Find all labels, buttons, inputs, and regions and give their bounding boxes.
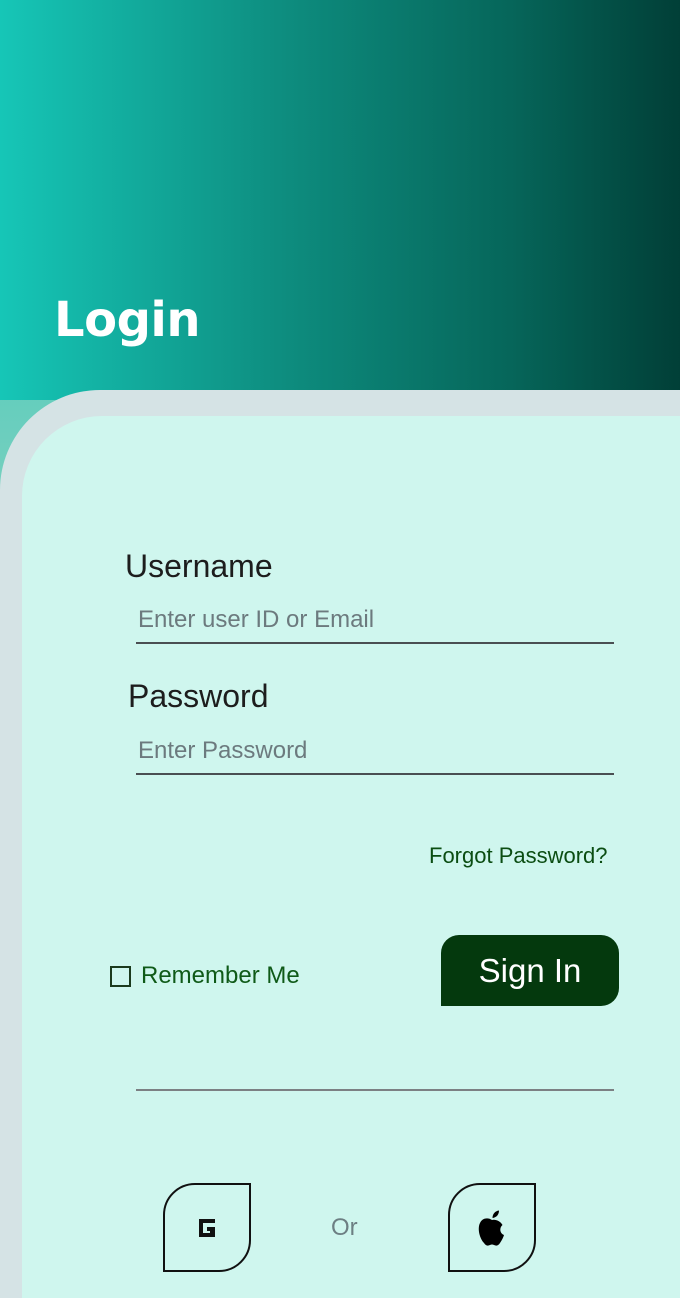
divider xyxy=(136,1089,614,1091)
forgot-password-link[interactable]: Forgot Password? xyxy=(429,843,608,869)
password-label: Password xyxy=(128,678,269,714)
remember-label: Remember Me xyxy=(141,962,300,989)
or-separator: Or xyxy=(331,1214,358,1241)
sign-in-button[interactable]: Sign In xyxy=(441,935,619,1006)
apple-icon xyxy=(478,1210,504,1246)
google-icon xyxy=(199,1218,215,1237)
remember-me[interactable]: Remember Me xyxy=(110,962,300,990)
google-login-button[interactable] xyxy=(163,1183,251,1272)
username-label: Username xyxy=(125,548,273,584)
remember-checkbox[interactable] xyxy=(110,965,131,987)
page-title: Login xyxy=(54,292,201,348)
username-input[interactable] xyxy=(136,598,614,644)
header-banner: Login xyxy=(0,0,680,400)
password-input[interactable] xyxy=(136,729,614,775)
apple-login-button[interactable] xyxy=(448,1183,536,1272)
